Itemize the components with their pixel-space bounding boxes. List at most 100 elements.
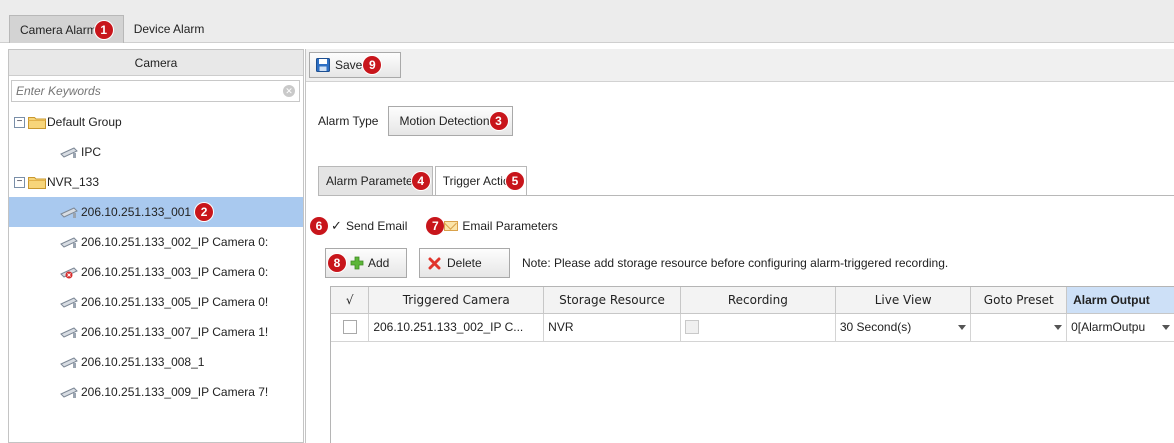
row-select-cell bbox=[331, 313, 370, 342]
tree-node-label: 206.10.251.133_001 bbox=[81, 205, 192, 219]
action-row: 8 Add Delete Note: Please add storage re… bbox=[325, 248, 948, 278]
folder-icon bbox=[28, 176, 46, 189]
column-header-storage-resource[interactable]: Storage Resource bbox=[543, 287, 681, 314]
camera-search-input[interactable] bbox=[16, 84, 283, 98]
alarm-type-button[interactable]: Motion Detection 3 bbox=[388, 106, 513, 136]
tree-node-label: 206.10.251.133_005_IP Camera 0! bbox=[81, 295, 269, 309]
tree-node-label: 206.10.251.133_008_1 bbox=[81, 355, 205, 369]
column-header-recording[interactable]: Recording bbox=[680, 287, 836, 314]
camera-icon bbox=[60, 357, 78, 368]
tree-node-camera-009[interactable]: 206.10.251.133_009_IP Camera 7! bbox=[9, 377, 303, 407]
tree-node-camera-003[interactable]: 206.10.251.133_003_IP Camera 0: bbox=[9, 257, 303, 287]
camera-icon bbox=[60, 387, 78, 398]
tree-node-ipc[interactable]: IPC bbox=[9, 137, 303, 167]
callout-badge-4: 4 bbox=[411, 172, 430, 190]
top-tabs: Camera Alarm 1 Device Alarm bbox=[9, 15, 214, 43]
callout-badge-5: 5 bbox=[505, 172, 524, 190]
tab-device-alarm-label: Device Alarm bbox=[133, 22, 205, 36]
tab-device-alarm[interactable]: Device Alarm bbox=[124, 15, 215, 43]
storage-resource-cell: NVR bbox=[543, 313, 681, 342]
alarm-config-panel: Save 9 Alarm Type Motion Detection 3 Ala… bbox=[305, 49, 1174, 443]
add-button-label: Add bbox=[368, 256, 390, 270]
delete-button-label: Delete bbox=[447, 256, 482, 270]
camera-icon bbox=[60, 327, 78, 338]
sub-tabs: Alarm Paramete 4 Trigger Actic 5 bbox=[318, 166, 527, 196]
dropdown-arrow-icon[interactable] bbox=[1162, 324, 1170, 330]
tree-node-camera-007[interactable]: 206.10.251.133_007_IP Camera 1! bbox=[9, 317, 303, 347]
dropdown-arrow-icon[interactable] bbox=[1054, 324, 1063, 330]
tab-alarm-parameters[interactable]: Alarm Paramete 4 bbox=[318, 166, 433, 196]
camera-panel-title: Camera bbox=[9, 50, 303, 76]
trigger-table: √ Triggered Camera Storage Resource Reco… bbox=[330, 286, 1174, 443]
collapse-icon[interactable]: − bbox=[14, 176, 25, 188]
tree-node-camera-001[interactable]: 206.10.251.133_001 2 bbox=[9, 197, 303, 227]
callout-badge-7: 7 bbox=[426, 217, 445, 235]
delete-x-icon bbox=[428, 257, 441, 269]
envelope-icon bbox=[444, 221, 459, 231]
storage-note: Note: Please add storage resource before… bbox=[522, 256, 949, 270]
save-disk-icon bbox=[316, 58, 330, 72]
callout-badge-1: 1 bbox=[94, 20, 113, 39]
email-parameters-link[interactable]: Email Parameters bbox=[462, 219, 557, 233]
tab-camera-alarm[interactable]: Camera Alarm 1 bbox=[9, 15, 124, 43]
recording-checkbox[interactable] bbox=[684, 320, 699, 334]
alarm-type-row: Alarm Type Motion Detection 3 bbox=[318, 106, 513, 136]
camera-icon bbox=[60, 207, 78, 218]
tree-node-label: 206.10.251.133_002_IP Camera 0: bbox=[81, 235, 269, 249]
camera-offline-icon bbox=[60, 267, 78, 279]
callout-badge-9: 9 bbox=[363, 56, 382, 74]
tree-node-label: IPC bbox=[81, 145, 102, 159]
toolbar: Save 9 bbox=[306, 49, 1174, 82]
tree-node-default-group[interactable]: − Default Group bbox=[9, 107, 303, 137]
camera-icon bbox=[60, 297, 78, 308]
tree-node-nvr-133[interactable]: − NVR_133 bbox=[9, 167, 303, 197]
tab-trigger-actions-label: Trigger Actic bbox=[442, 174, 509, 188]
send-email-label[interactable]: Send Email bbox=[346, 219, 407, 233]
clear-search-icon[interactable]: ✕ bbox=[283, 85, 295, 97]
column-header-live-view[interactable]: Live View bbox=[835, 287, 972, 314]
send-email-checkbox[interactable]: ✓ bbox=[330, 218, 343, 233]
tab-trigger-actions[interactable]: Trigger Actic 5 bbox=[434, 166, 527, 196]
tree-node-camera-008[interactable]: 206.10.251.133_008_1 bbox=[9, 347, 303, 377]
top-bar: Camera Alarm 1 Device Alarm bbox=[0, 0, 1174, 43]
column-header-goto-preset[interactable]: Goto Preset bbox=[970, 287, 1068, 314]
alarm-type-value: Motion Detection bbox=[399, 114, 490, 128]
table-row[interactable]: 206.10.251.133_002_IP C... NVR 30 Second… bbox=[331, 313, 1174, 342]
recording-cell bbox=[680, 313, 836, 342]
callout-badge-8: 8 bbox=[328, 254, 346, 272]
tree-node-label: NVR_133 bbox=[47, 175, 100, 189]
tree-node-label: Default Group bbox=[47, 115, 122, 129]
camera-icon bbox=[60, 147, 78, 158]
callout-badge-3: 3 bbox=[489, 112, 508, 130]
collapse-icon[interactable]: − bbox=[14, 116, 25, 128]
camera-panel: Camera ✕ − Default Group IPC − NVR_133 2… bbox=[8, 49, 304, 443]
plus-icon bbox=[350, 256, 364, 270]
row-checkbox[interactable] bbox=[342, 320, 357, 334]
goto-preset-cell[interactable] bbox=[970, 313, 1068, 342]
add-button[interactable]: 8 Add bbox=[325, 248, 407, 278]
callout-badge-6: 6 bbox=[310, 217, 328, 235]
tree-node-label: 206.10.251.133_003_IP Camera 0: bbox=[81, 265, 269, 279]
callout-badge-2: 2 bbox=[195, 203, 214, 221]
save-button-label: Save bbox=[335, 58, 363, 72]
triggered-camera-cell: 206.10.251.133_002_IP C... bbox=[368, 313, 545, 342]
camera-icon bbox=[60, 237, 78, 248]
email-options-row: 6 ✓ Send Email 7 Email Parameters bbox=[310, 217, 558, 235]
tree-node-camera-002[interactable]: 206.10.251.133_002_IP Camera 0: bbox=[9, 227, 303, 257]
alarm-output-value: 0[AlarmOutpu bbox=[1071, 320, 1146, 334]
camera-search-box: ✕ bbox=[11, 80, 300, 102]
tree-node-camera-005[interactable]: 206.10.251.133_005_IP Camera 0! bbox=[9, 287, 303, 317]
delete-button[interactable]: Delete bbox=[419, 248, 510, 278]
dropdown-arrow-icon[interactable] bbox=[958, 324, 967, 330]
tree-node-label: 206.10.251.133_009_IP Camera 7! bbox=[81, 385, 269, 399]
tab-camera-alarm-label: Camera Alarm bbox=[20, 22, 97, 37]
column-header-alarm-output[interactable]: Alarm Output bbox=[1066, 287, 1174, 314]
column-header-select[interactable]: √ bbox=[331, 287, 370, 314]
live-view-cell[interactable]: 30 Second(s) bbox=[835, 313, 972, 342]
tab-alarm-parameters-label: Alarm Paramete bbox=[326, 174, 413, 188]
alarm-output-cell[interactable]: 0[AlarmOutpu bbox=[1066, 313, 1174, 342]
column-header-triggered-camera[interactable]: Triggered Camera bbox=[368, 287, 545, 314]
folder-icon bbox=[28, 116, 46, 129]
save-button[interactable]: Save 9 bbox=[309, 52, 401, 78]
tree-node-label: 206.10.251.133_007_IP Camera 1! bbox=[81, 325, 269, 339]
